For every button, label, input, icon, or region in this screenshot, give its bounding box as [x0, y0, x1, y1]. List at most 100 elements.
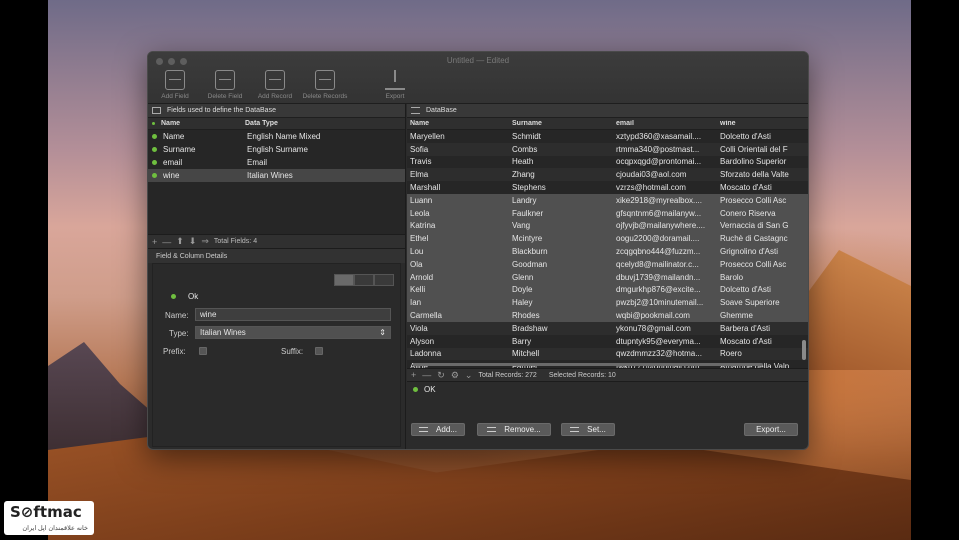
- move-up-icon[interactable]: ⬆: [176, 236, 184, 247]
- type-select[interactable]: Italian Wines ⇕: [195, 326, 391, 339]
- suffix-checkbox[interactable]: [315, 347, 323, 355]
- ok-label: Ok: [188, 292, 199, 301]
- table-row[interactable]: Marshall Stephens vzrzs@hotmail.com Moscato…: [407, 181, 808, 194]
- table-row[interactable]: Arnold Glenn dbuvj1739@mailandn... Barolo: [407, 270, 808, 284]
- field-row[interactable]: email Email: [148, 156, 405, 169]
- window-title: Untitled — Edited: [446, 56, 510, 65]
- field-row-selected[interactable]: wine Italian Wines: [148, 169, 405, 182]
- table-row[interactable]: Leola Faulkner gfsqntnm6@mailanyw... Conero…: [407, 206, 808, 220]
- cell-name: Arnold: [410, 272, 434, 282]
- field-type: English Name Mixed: [247, 132, 321, 141]
- remove-icon[interactable]: —: [162, 237, 171, 247]
- cell-wine: Moscato d'Asti: [720, 336, 772, 346]
- total-fields-label: Total Fields: 4: [213, 238, 258, 245]
- column-header-wine[interactable]: wine: [717, 120, 799, 127]
- cell-surname: Glenn: [512, 272, 534, 282]
- list-icon: [570, 427, 580, 432]
- align-left-button[interactable]: [334, 274, 354, 286]
- field-row[interactable]: Name English Name Mixed: [148, 130, 405, 143]
- table-row[interactable]: Ethel Mcintyre oogu2200@doramail.... Ruchè …: [407, 232, 808, 246]
- database-status: OK: [407, 382, 808, 396]
- table-row[interactable]: Ola Goodman qcelyd8@mailinator.c... Prosecc…: [407, 257, 808, 271]
- column-header-email[interactable]: email: [613, 120, 717, 127]
- table-row[interactable]: Travis Heath ocqpxqgd@prontomai... Bardolin…: [407, 156, 808, 169]
- prefix-checkbox[interactable]: [199, 347, 207, 355]
- table-row[interactable]: Kelli Doyle dmgurkhp876@excite... Dolcetto …: [407, 283, 808, 297]
- field-row[interactable]: Surname English Surname: [148, 143, 405, 156]
- export-button[interactable]: Export...: [744, 423, 798, 436]
- link-icon[interactable]: ⇒: [201, 236, 209, 247]
- field-type: Email: [247, 158, 268, 167]
- remove-button[interactable]: Remove...: [477, 423, 551, 436]
- table-row[interactable]: Katrina Vang ojfyvjb@mailanywhere.... Verna…: [407, 219, 808, 233]
- cell-surname: Zhang: [512, 170, 535, 180]
- column-header-name[interactable]: Name: [407, 120, 509, 127]
- align-right-button[interactable]: [374, 274, 394, 286]
- field-name: Surname: [163, 145, 196, 154]
- cell-wine: Dolcetto d'Asti: [720, 285, 771, 295]
- column-header-surname[interactable]: Surname: [509, 120, 613, 127]
- table-row[interactable]: Luann Landry xike2918@myrealbox.... Prosecc…: [407, 193, 808, 207]
- cell-wine: Sforzato della Valte: [720, 170, 789, 180]
- cell-email: ocqpxqgd@prontomai...: [616, 157, 702, 167]
- details-title: Field & Column Details: [148, 249, 405, 263]
- fields-bottom-bar: + — ⬆ ⬇ ⇒ Total Fields: 4: [148, 235, 405, 249]
- cell-email: oogu2200@doramail....: [616, 234, 700, 244]
- remove-record-icon[interactable]: —: [422, 370, 431, 380]
- database-panel: DataBase Name Surname email wine Maryell…: [407, 104, 808, 449]
- titlebar: Untitled — Edited Add Field Delete Field…: [148, 52, 808, 104]
- add-button-label: Add...: [436, 425, 457, 434]
- set-button[interactable]: Set...: [561, 423, 615, 436]
- cell-surname: Schmidt: [512, 131, 541, 141]
- field-type: Italian Wines: [247, 171, 293, 180]
- cell-surname: Vang: [512, 221, 531, 231]
- ok-status-icon: [413, 386, 418, 392]
- add-record-icon[interactable]: +: [411, 370, 416, 380]
- table-row[interactable]: Ian Haley pwzbj2@10minutemail... Soave Supe…: [407, 296, 808, 310]
- table-row[interactable]: Ladonna Mitchell qwzdmmzz32@hotma... Roero: [407, 347, 808, 361]
- table-row[interactable]: Maryellen Schmidt xztypd360@xasamail.... Do…: [407, 130, 808, 143]
- delete-records-icon: [315, 70, 335, 90]
- chevron-updown-icon: ⇕: [379, 328, 386, 337]
- cell-wine: Conero Riserva: [720, 208, 776, 218]
- cell-email: vzrzs@hotmail.com: [616, 183, 686, 193]
- name-input[interactable]: wine: [195, 308, 391, 321]
- table-row[interactable]: Viola Bradshaw ykonu78@gmail.com Barbera d'…: [407, 321, 808, 335]
- align-center-button[interactable]: [354, 274, 374, 286]
- cell-wine: Ruchè di Castagnc: [720, 234, 788, 244]
- refresh-icon[interactable]: ↻: [437, 370, 445, 381]
- cell-name: Ladonna: [410, 349, 442, 359]
- total-records-label: Total Records: 272: [478, 371, 537, 379]
- table-row[interactable]: Carmella Rhodes wqbi@pookmail.com Ghemme: [407, 309, 808, 322]
- move-down-icon[interactable]: ⬇: [189, 236, 197, 247]
- export-toolbar-button[interactable]: Export: [372, 70, 418, 100]
- delete-field-button[interactable]: Delete Field: [202, 70, 248, 100]
- field-name: Name: [163, 132, 185, 141]
- vertical-scrollbar[interactable]: [802, 340, 806, 360]
- database-header-label: DataBase: [426, 107, 457, 114]
- delete-records-button[interactable]: Delete Records: [302, 70, 348, 100]
- column-header-name[interactable]: Name: [161, 120, 245, 127]
- cell-wine: Barolo: [720, 272, 744, 282]
- cell-email: ykonu78@gmail.com: [616, 323, 691, 333]
- cell-surname: Stephens: [512, 183, 546, 193]
- gear-icon[interactable]: ⚙: [451, 370, 459, 381]
- status-dot-icon: [152, 173, 157, 178]
- column-header-data-type[interactable]: Data Type: [245, 120, 278, 127]
- add-button[interactable]: Add...: [411, 423, 465, 436]
- horizontal-scrollbar[interactable]: [413, 363, 763, 366]
- name-input-value: wine: [200, 310, 217, 319]
- table-row[interactable]: Sofia Combs rtmma340@postmast... Colli Orie…: [407, 142, 808, 156]
- softmac-watermark: S⊘ftmac خانه علاقمندان اپل ایران: [4, 501, 94, 535]
- cell-email: xike2918@myrealbox....: [616, 195, 702, 205]
- chevron-down-icon[interactable]: ⌄: [465, 370, 473, 381]
- table-row[interactable]: Lou Blackburn zcqgqbno444@fuzzm... Grignoli…: [407, 245, 808, 258]
- table-row[interactable]: Alyson Barry dtupntyk95@everyma... Moscato …: [407, 335, 808, 348]
- ok-status-icon: [171, 294, 176, 299]
- cell-email: dmgurkhp876@excite...: [616, 285, 701, 295]
- table-row[interactable]: Elma Zhang cjoudai03@aol.com Sforzato della…: [407, 168, 808, 182]
- add-field-button[interactable]: Add Field: [152, 70, 198, 100]
- add-record-button[interactable]: Add Record: [252, 70, 298, 100]
- database-table-body[interactable]: Maryellen Schmidt xztypd360@xasamail.... Do…: [407, 130, 808, 368]
- add-icon[interactable]: +: [152, 237, 157, 247]
